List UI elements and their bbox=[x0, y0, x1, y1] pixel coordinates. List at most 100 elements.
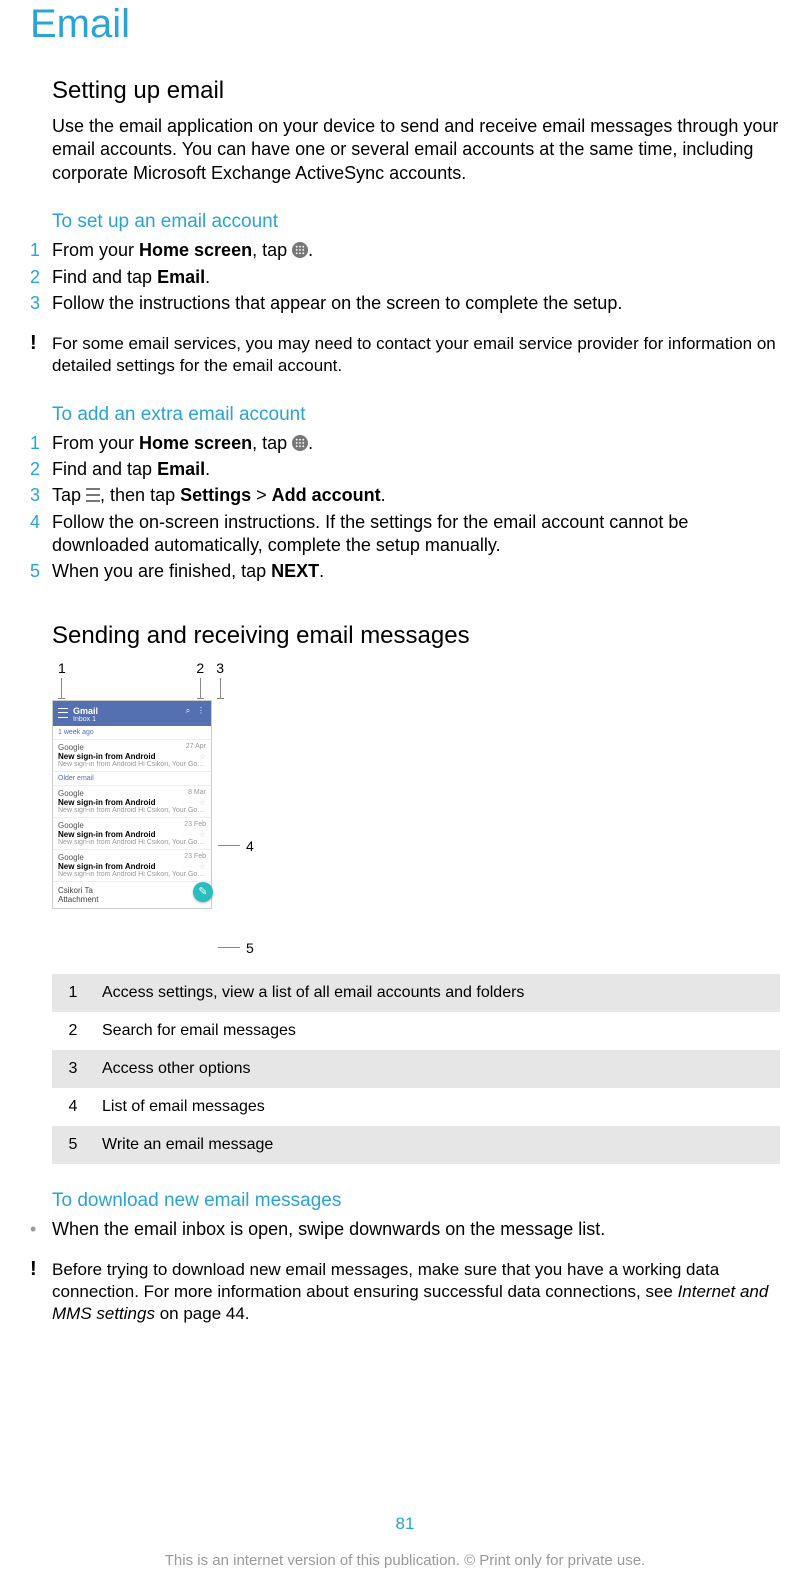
step-number: 2 bbox=[30, 266, 52, 289]
msg-preview: New sign-in from Android Hi Csikori, You… bbox=[58, 839, 206, 846]
step-text: Follow the on-screen instructions. If th… bbox=[52, 511, 780, 558]
hamburger-icon bbox=[86, 488, 100, 502]
text: From your bbox=[52, 240, 139, 260]
section-setting-up-email: Setting up email bbox=[52, 77, 780, 105]
step-text: From your Home screen, tap . bbox=[52, 432, 780, 455]
page-footer: 81 This is an internet version of this p… bbox=[0, 1514, 810, 1569]
callout-label: 5 bbox=[246, 940, 254, 956]
apps-grid-icon bbox=[292, 435, 308, 451]
email-row-attachment: Csikori Ta Attachment bbox=[53, 882, 211, 908]
text: , then tap bbox=[100, 485, 180, 505]
star-icon: ☆ bbox=[199, 862, 206, 871]
text: . bbox=[205, 459, 210, 479]
step-text: Tap , then tap Settings > Add account. bbox=[52, 484, 780, 507]
legend-num: 1 bbox=[52, 974, 94, 1012]
step-row: 1 From your Home screen, tap . bbox=[52, 239, 780, 262]
step-number: 1 bbox=[30, 432, 52, 455]
annotated-screenshot: 1 2 3 GmailInbox 1 ⌕ ⋮ 1 week ago 27 Apr bbox=[52, 660, 780, 964]
text: . bbox=[381, 485, 386, 505]
legend-text: Search for email messages bbox=[94, 1012, 780, 1050]
step-number: 5 bbox=[30, 560, 52, 583]
note-row: ! For some email services, you may need … bbox=[52, 333, 780, 377]
important-icon: ! bbox=[30, 1259, 52, 1279]
group-header: 1 week ago bbox=[53, 726, 211, 740]
callout-1: 1 bbox=[58, 660, 66, 699]
step-text: Find and tap Email. bbox=[52, 266, 780, 289]
term-home-screen: Home screen bbox=[139, 240, 252, 260]
legend-text: Write an email message bbox=[94, 1126, 780, 1164]
sub-to-add-extra: To add an extra email account bbox=[52, 404, 780, 426]
star-icon: ☆ bbox=[199, 752, 206, 761]
note-row: ! Before trying to download new email me… bbox=[52, 1259, 780, 1325]
bullet-text: When the email inbox is open, swipe down… bbox=[52, 1218, 605, 1241]
callout-label: 4 bbox=[246, 838, 254, 854]
step-text: Find and tap Email. bbox=[52, 458, 780, 481]
step-row: 3 Tap , then tap Settings > Add account. bbox=[52, 484, 780, 507]
text: on page 44. bbox=[155, 1304, 250, 1323]
step-number: 4 bbox=[30, 511, 52, 534]
text: . bbox=[308, 240, 313, 260]
important-icon: ! bbox=[30, 333, 52, 353]
table-row: 1Access settings, view a list of all ema… bbox=[52, 974, 780, 1012]
msg-date: 23 Feb bbox=[184, 821, 206, 828]
table-row: 4List of email messages bbox=[52, 1088, 780, 1126]
step-number: 3 bbox=[30, 484, 52, 507]
star-icon: ☆ bbox=[199, 798, 206, 807]
callout-5: 5 bbox=[216, 940, 254, 956]
legend-num: 3 bbox=[52, 1050, 94, 1088]
legend-text: Access other options bbox=[94, 1050, 780, 1088]
callout-3: 3 bbox=[216, 660, 224, 699]
msg-subject: New sign-in from Android bbox=[58, 752, 206, 761]
step-row: 2 Find and tap Email. bbox=[52, 266, 780, 289]
email-app-thumbnail: GmailInbox 1 ⌕ ⋮ 1 week ago 27 Apr Googl… bbox=[52, 700, 212, 909]
step-row: 1 From your Home screen, tap . bbox=[52, 432, 780, 455]
text: . bbox=[308, 433, 313, 453]
term-next: NEXT bbox=[271, 561, 319, 581]
step-number: 3 bbox=[30, 292, 52, 315]
legend-text: List of email messages bbox=[94, 1088, 780, 1126]
search-icon: ⌕ bbox=[183, 706, 193, 716]
compose-fab-icon: ✎ bbox=[193, 882, 213, 902]
attachment-label: Attachment bbox=[58, 895, 206, 904]
callout-legend-table: 1Access settings, view a list of all ema… bbox=[52, 974, 780, 1164]
apps-grid-icon bbox=[292, 242, 308, 258]
table-row: 3Access other options bbox=[52, 1050, 780, 1088]
msg-date: 27 Apr bbox=[186, 743, 206, 750]
msg-preview: New sign-in from Android Hi Csikori, You… bbox=[58, 871, 206, 878]
email-row: 23 Feb Google ☆ New sign-in from Android… bbox=[53, 818, 211, 850]
group-header: Older email bbox=[53, 772, 211, 786]
text: From your bbox=[52, 433, 139, 453]
email-row: 8 Mar Google ☆ New sign-in from Android … bbox=[53, 786, 211, 818]
text: , tap bbox=[252, 433, 292, 453]
text: > bbox=[251, 485, 272, 505]
chapter-title: Email bbox=[30, 0, 780, 47]
legend-num: 2 bbox=[52, 1012, 94, 1050]
callout-4: 4 bbox=[216, 838, 254, 854]
table-row: 5Write an email message bbox=[52, 1126, 780, 1164]
msg-subject: New sign-in from Android bbox=[58, 798, 206, 807]
step-row: 3 Follow the instructions that appear on… bbox=[52, 292, 780, 315]
term-email: Email bbox=[157, 267, 205, 287]
term-settings: Settings bbox=[180, 485, 251, 505]
email-row: 23 Feb Google ☆ New sign-in from Android… bbox=[53, 850, 211, 882]
callout-2: 2 bbox=[196, 660, 204, 699]
step-row: 4 Follow the on-screen instructions. If … bbox=[52, 511, 780, 558]
msg-from: Csikori Ta bbox=[58, 886, 206, 895]
step-row: 5 When you are finished, tap NEXT. bbox=[52, 560, 780, 583]
callout-label: 1 bbox=[58, 660, 66, 676]
table-row: 2Search for email messages bbox=[52, 1012, 780, 1050]
drawer-icon bbox=[58, 708, 68, 718]
term-home-screen: Home screen bbox=[139, 433, 252, 453]
page-number: 81 bbox=[0, 1514, 810, 1534]
section-sending-receiving: Sending and receiving email messages bbox=[52, 622, 780, 650]
msg-date: 8 Mar bbox=[188, 789, 206, 796]
intro-paragraph: Use the email application on your device… bbox=[52, 115, 780, 185]
text: . bbox=[319, 561, 324, 581]
step-text: When you are finished, tap NEXT. bbox=[52, 560, 780, 583]
step-row: 2 Find and tap Email. bbox=[52, 458, 780, 481]
legal-line: This is an internet version of this publ… bbox=[0, 1552, 810, 1569]
step-number: 1 bbox=[30, 239, 52, 262]
note-text: For some email services, you may need to… bbox=[52, 333, 780, 377]
text: Before trying to download new email mess… bbox=[52, 1260, 719, 1301]
email-row: 27 Apr Google ☆ New sign-in from Android… bbox=[53, 740, 211, 772]
